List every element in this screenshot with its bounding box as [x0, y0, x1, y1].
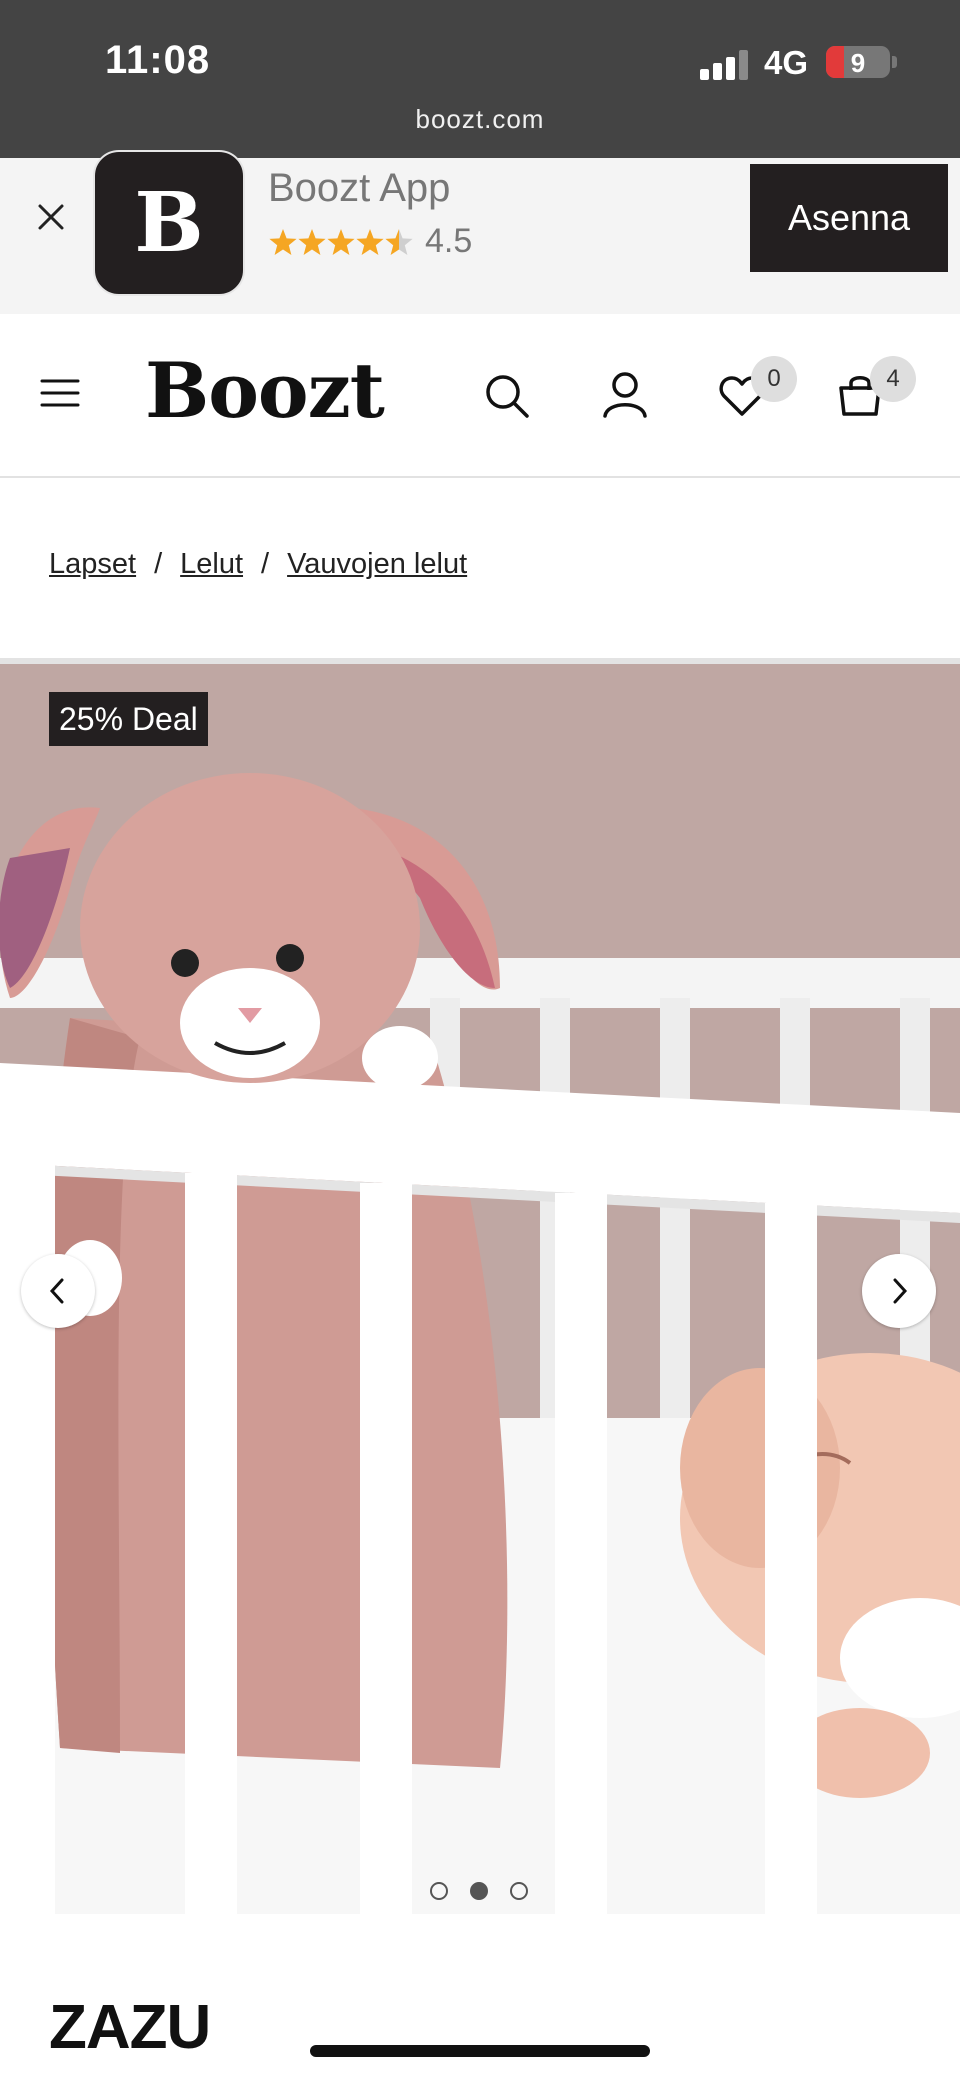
- close-icon[interactable]: [36, 202, 66, 232]
- chevron-left-icon: [49, 1278, 64, 1304]
- gallery-next-button[interactable]: [862, 1254, 936, 1328]
- gallery-dot[interactable]: [470, 1882, 488, 1900]
- breadcrumb-separator: /: [154, 548, 163, 580]
- chevron-right-icon: [893, 1278, 908, 1304]
- browser-url[interactable]: boozt.com: [0, 104, 960, 135]
- install-button[interactable]: Asenna: [750, 164, 948, 272]
- site-logo[interactable]: Boozt: [145, 346, 385, 435]
- account-icon[interactable]: [601, 370, 649, 418]
- app-name: Boozt App: [268, 166, 451, 210]
- battery-icon: 9: [826, 46, 890, 78]
- gallery-dot[interactable]: [430, 1882, 448, 1900]
- app-logo: B: [93, 150, 245, 296]
- gallery-prev-button[interactable]: [21, 1254, 95, 1328]
- home-indicator: [310, 2045, 650, 2057]
- rating-value: 4.5: [425, 222, 473, 260]
- breadcrumb-link[interactable]: Lapset: [49, 548, 136, 580]
- menu-icon[interactable]: [40, 378, 80, 408]
- status-time: 11:08: [105, 38, 211, 82]
- breadcrumb-link[interactable]: Lelut: [180, 548, 243, 580]
- rating-stars: [269, 229, 413, 255]
- wishlist-count-badge: 0: [751, 356, 797, 402]
- product-brand[interactable]: ZAZU: [49, 1992, 211, 2063]
- product-image: [0, 658, 960, 1914]
- gallery-dot[interactable]: [510, 1882, 528, 1900]
- site-header: [0, 314, 960, 478]
- network-type: 4G: [764, 44, 809, 81]
- breadcrumb: Lapset / Lelut / Vauvojen lelut: [49, 548, 467, 581]
- deal-badge: 25% Deal: [49, 692, 208, 746]
- gallery-pagination: [428, 1882, 532, 1904]
- status-bar: 11:08 4G 9 boozt.com: [0, 0, 960, 158]
- signal-icon: [700, 50, 748, 80]
- breadcrumb-separator: /: [261, 548, 270, 580]
- battery-level: 9: [850, 48, 866, 78]
- search-icon[interactable]: [483, 372, 531, 420]
- cart-count-badge: 4: [870, 356, 916, 402]
- breadcrumb-link[interactable]: Vauvojen lelut: [287, 548, 467, 580]
- product-image-gallery[interactable]: [0, 658, 960, 1914]
